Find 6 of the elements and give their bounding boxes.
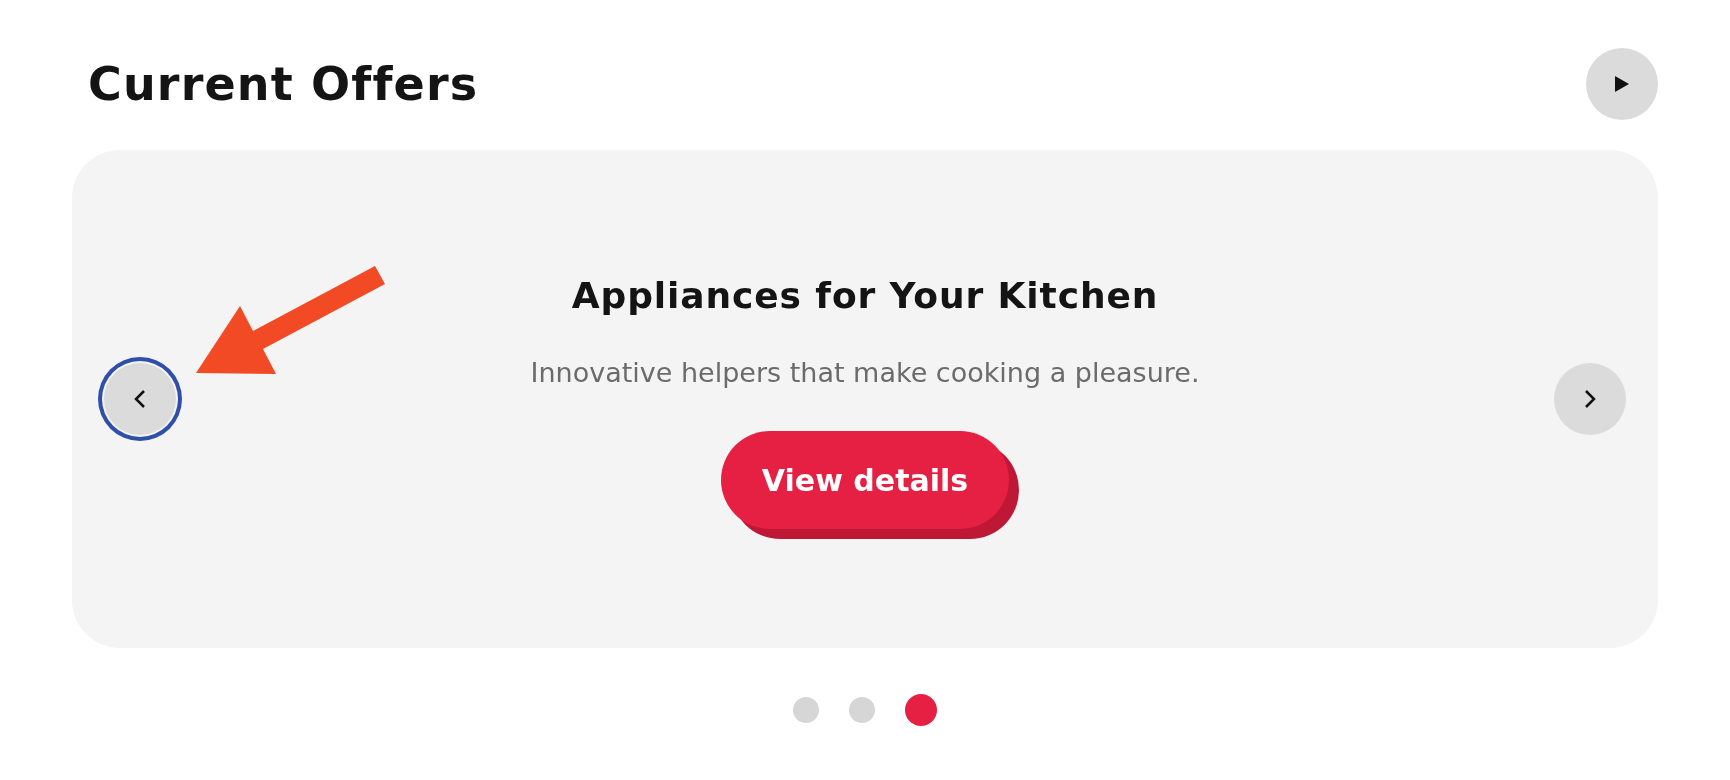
slide-description: Innovative helpers that make cooking a pleasure. (530, 355, 1200, 390)
slide-heading: Appliances for Your Kitchen (571, 273, 1159, 318)
chevron-right-icon (1584, 389, 1596, 409)
play-icon (1614, 75, 1630, 93)
section-title: Current Offers (88, 55, 479, 113)
chevron-left-icon (134, 389, 146, 409)
